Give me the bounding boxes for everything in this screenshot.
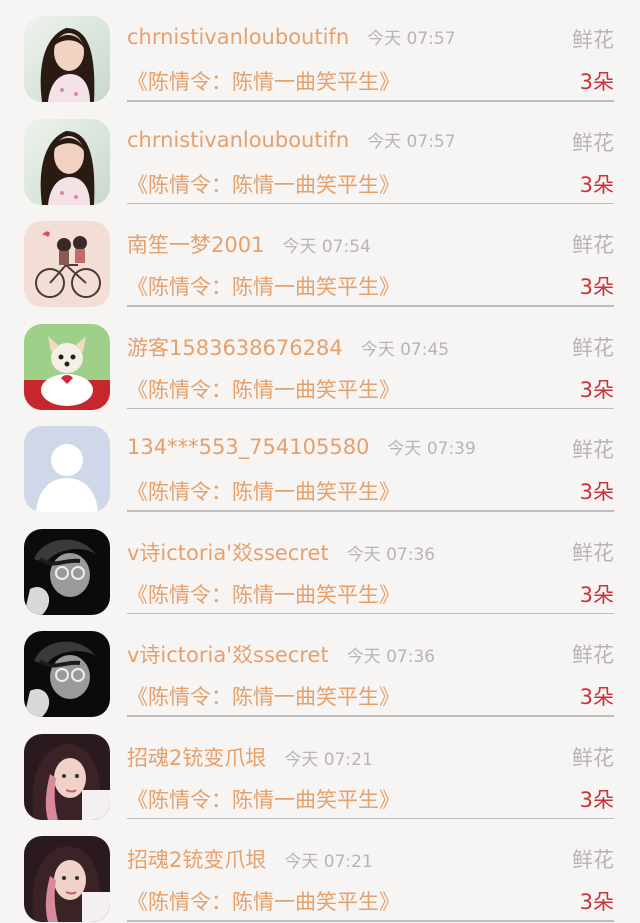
timestamp: 今天 07:21 [284,749,373,770]
username-line: chrnistivanlouboutifn 今天 07:57 [127,24,456,49]
default-user-avatar[interactable] [24,426,110,512]
timestamp: 今天 07:36 [346,647,436,667]
gift-type-label: 鲜花 [572,540,614,565]
book-title-link[interactable]: 《陈情令：陈情一曲笑平生》 [127,374,400,404]
username[interactable]: 招魂2铳变爪垠 [127,844,266,874]
username-line: 南笙一梦2001 今天 07:54 [127,229,371,259]
gift-type-label: 鲜花 [572,438,614,462]
username-line: 招魂2铳变爪垠 今天 07:21 [127,742,373,772]
gift-type-label: 鲜花 [572,848,614,872]
girl-photo-avatar[interactable] [24,16,110,102]
bw-portrait-avatar[interactable] [24,528,110,615]
book-title-link[interactable]: 《陈情令：陈情一曲笑平生》 [127,271,400,301]
gift-record-row[interactable]: 招魂2铳变爪垠 今天 07:21 鲜花 《陈情令：陈情一曲笑平生》 3朵 [0,820,640,923]
book-title-link[interactable]: 《陈情令：陈情一曲笑平生》 [127,886,400,916]
row-divider [127,715,614,717]
gift-count: 3朵 [579,377,614,402]
gift-type-label: 鲜花 [572,233,614,257]
username-line: chrnistivanlouboutifn 今天 07:57 [127,127,456,152]
bw-portrait-avatar[interactable] [24,631,110,717]
pink-hair-portrait-avatar[interactable] [24,733,110,820]
gift-type-label: 鲜花 [572,130,614,155]
gift-record-row[interactable]: 134***553_754105580 今天 07:39 鲜花 《陈情令：陈情一… [0,410,640,513]
bicycle-couple-avatar[interactable] [24,221,110,307]
book-title-link[interactable]: 《陈情令：陈情一曲笑平生》 [127,681,400,711]
book-title-link[interactable]: 《陈情令：陈情一曲笑平生》 [127,169,400,199]
row-divider [127,100,614,102]
row-divider [127,407,614,409]
timestamp: 今天 07:57 [367,29,456,49]
gift-type-label: 鲜花 [572,28,614,52]
gift-record-row[interactable]: 南笙一梦2001 今天 07:54 鲜花 《陈情令：陈情一曲笑平生》 3朵 [0,205,640,308]
username[interactable]: chrnistivanlouboutifn [127,128,349,152]
row-divider [127,612,614,614]
timestamp: 今天 07:39 [387,439,476,459]
username-line: v诗ictoria'㸚ssecret 今天 07:36 [127,537,435,567]
gift-record-row[interactable]: chrnistivanlouboutifn 今天 07:57 鲜花 《陈情令：陈… [0,103,640,206]
book-title-link[interactable]: 《陈情令：陈情一曲笑平生》 [127,476,400,506]
username[interactable]: 招魂2铳变爪垠 [127,742,266,772]
gift-count: 3朵 [579,275,614,299]
book-title-link[interactable]: 《陈情令：陈情一曲笑平生》 [127,579,400,609]
gift-record-row[interactable]: v诗ictoria'㸚ssecret 今天 07:36 鲜花 《陈情令：陈情一曲… [0,513,640,616]
username-line: v诗ictoria'㸚ssecret 今天 07:36 [127,639,435,669]
gift-type-label: 鲜花 [572,335,614,360]
username[interactable]: 134***553_754105580 [127,435,369,459]
gift-record-row[interactable]: v诗ictoria'㸚ssecret 今天 07:36 鲜花 《陈情令：陈情一曲… [0,615,640,718]
gift-record-row[interactable]: chrnistivanlouboutifn 今天 07:57 鲜花 《陈情令：陈… [0,0,640,103]
row-divider [127,202,614,204]
gift-count: 3朵 [579,480,614,504]
book-title-link[interactable]: 《陈情令：陈情一曲笑平生》 [127,66,400,96]
username[interactable]: 游客1583638676284 [127,332,343,362]
row-divider [127,305,614,307]
gift-type-label: 鲜花 [572,745,614,770]
gift-record-list: chrnistivanlouboutifn 今天 07:57 鲜花 《陈情令：陈… [0,0,640,923]
gift-count: 3朵 [579,172,614,197]
username[interactable]: chrnistivanlouboutifn [127,25,349,49]
gift-count: 3朵 [579,582,614,607]
row-divider [127,920,614,922]
username[interactable]: v诗ictoria'㸚ssecret [127,537,329,567]
username-line: 134***553_754105580 今天 07:39 [127,434,476,459]
username-line: 招魂2铳变爪垠 今天 07:21 [127,844,373,874]
timestamp: 今天 07:54 [282,237,371,257]
timestamp: 今天 07:57 [367,131,456,152]
username-line: 游客1583638676284 今天 07:45 [127,332,449,362]
gift-count: 3朵 [579,890,614,914]
username[interactable]: v诗ictoria'㸚ssecret [127,639,329,669]
pink-hair-portrait-avatar[interactable] [24,836,110,922]
username[interactable]: 南笙一梦2001 [127,229,264,259]
gift-count: 3朵 [579,70,614,94]
timestamp: 今天 07:45 [360,339,450,360]
gift-record-row[interactable]: 招魂2铳变爪垠 今天 07:21 鲜花 《陈情令：陈情一曲笑平生》 3朵 [0,718,640,821]
row-divider [127,817,614,819]
gift-count: 3朵 [579,787,614,812]
row-divider [127,510,614,512]
gift-type-label: 鲜花 [572,643,614,667]
book-title-link[interactable]: 《陈情令：陈情一曲笑平生》 [127,784,400,814]
gift-record-row[interactable]: 游客1583638676284 今天 07:45 鲜花 《陈情令：陈情一曲笑平生… [0,308,640,411]
girl-photo-avatar[interactable] [24,118,110,205]
gift-count: 3朵 [579,685,614,709]
puppy-teacup-avatar[interactable] [24,323,110,410]
timestamp: 今天 07:36 [346,544,436,565]
timestamp: 今天 07:21 [284,852,373,872]
